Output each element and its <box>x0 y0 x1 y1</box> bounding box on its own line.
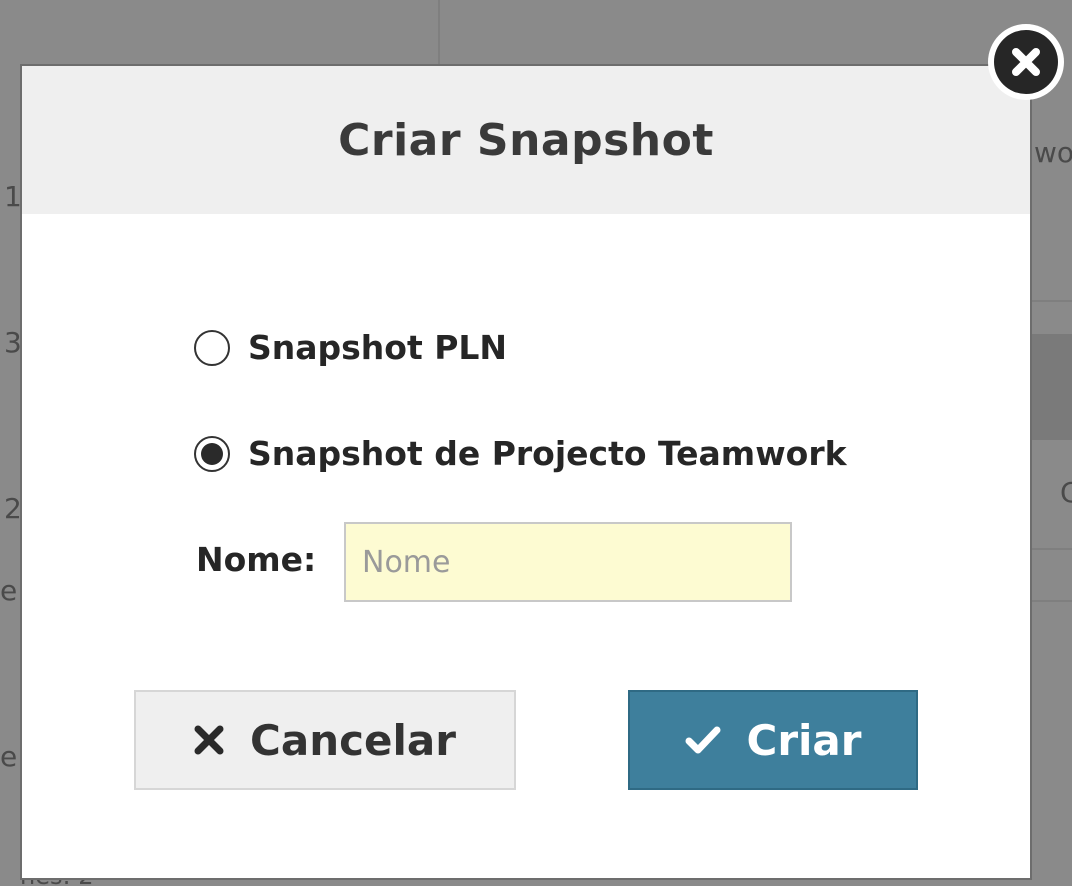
check-icon <box>685 725 721 755</box>
dialog-header: Criar Snapshot <box>22 66 1030 214</box>
name-input[interactable] <box>344 522 792 602</box>
background-row-highlight <box>1030 334 1072 440</box>
create-label: Criar <box>746 715 862 765</box>
radio-button-unchecked[interactable] <box>194 329 230 366</box>
radio-dot <box>201 442 223 465</box>
dialog-title: Criar Snapshot <box>338 114 714 166</box>
background-divider <box>438 0 440 66</box>
name-label: Nome: <box>196 540 317 579</box>
cancel-button[interactable]: Cancelar <box>134 690 516 790</box>
background-divider <box>1030 548 1072 550</box>
background-text: 1 <box>4 180 22 213</box>
close-dialog-button[interactable] <box>988 24 1064 100</box>
create-button[interactable]: Criar <box>628 690 918 790</box>
close-icon <box>994 30 1058 94</box>
option-snapshot-pln[interactable]: Snapshot PLN <box>194 328 507 367</box>
background-divider <box>1030 300 1072 302</box>
radio-button-checked[interactable] <box>194 435 230 472</box>
background-text: wo <box>1034 136 1072 169</box>
x-icon <box>194 725 224 755</box>
background-divider <box>1030 600 1072 602</box>
background-text: 2 <box>4 492 22 525</box>
background-text: e <box>0 740 18 773</box>
background-text: 3 <box>4 326 22 359</box>
option-snapshot-teamwork[interactable]: Snapshot de Projecto Teamwork <box>194 434 847 473</box>
option-label: Snapshot PLN <box>248 328 508 367</box>
cancel-label: Cancelar <box>250 715 456 765</box>
option-label: Snapshot de Projecto Teamwork <box>248 434 847 473</box>
create-snapshot-dialog: Criar Snapshot Snapshot PLN Snapshot de … <box>22 66 1030 878</box>
background-text: e <box>0 574 18 607</box>
background-text: C <box>1060 476 1072 509</box>
